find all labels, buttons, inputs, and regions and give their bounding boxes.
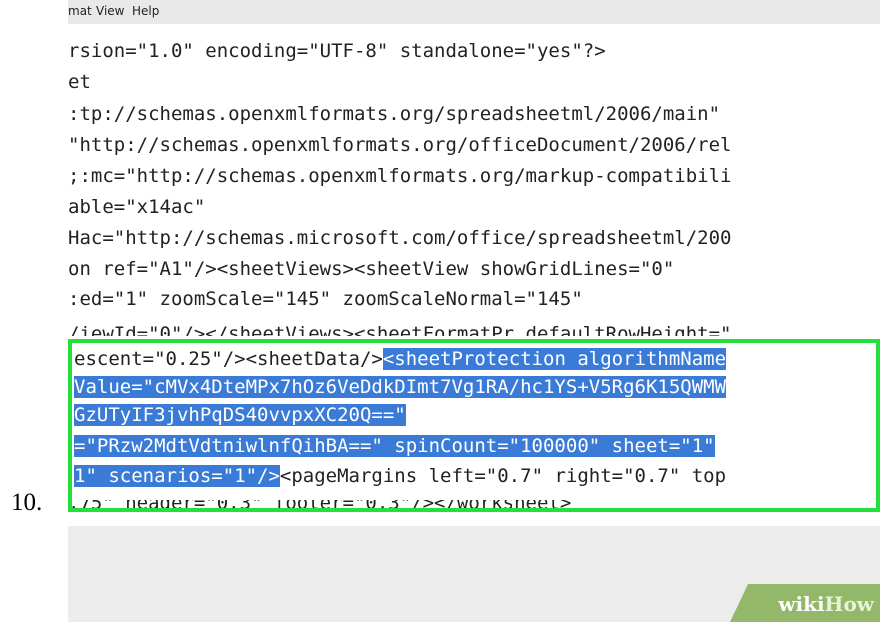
text-editor-window: mat View Help rsion="1.0" encoding="UTF-… bbox=[68, 0, 880, 622]
wikihow-logo: wikiHow bbox=[730, 584, 880, 622]
code-line: "http://schemas.openxmlformats.org/offic… bbox=[68, 134, 732, 156]
editor-text-area[interactable]: rsion="1.0" encoding="UTF-8" standalone=… bbox=[68, 24, 880, 526]
highlighted-line: Value="cMVx4DteMPx7hOz6VeDdkDImt7Vg1RA/h… bbox=[74, 374, 727, 400]
selected-text: 1" scenarios="1"/> bbox=[74, 465, 280, 487]
plain-text: escent="0.25"/><sheetData/> bbox=[74, 348, 383, 370]
plain-text: <pageMargins left="0.7" right="0.7" top bbox=[279, 465, 727, 487]
highlighted-line: GzUTyIF3jvhPqDS40vvpxXC20Q==" bbox=[74, 402, 406, 428]
wikihow-how: How bbox=[824, 592, 874, 616]
code-line: ;:mc="http://schemas.openxmlformats.org/… bbox=[68, 165, 732, 187]
code-line: on ref="A1"/><sheetViews><sheetView show… bbox=[68, 258, 675, 280]
menu-format[interactable]: mat bbox=[68, 4, 92, 18]
code-line: rsion="1.0" encoding="UTF-8" standalone=… bbox=[68, 40, 606, 62]
code-line: .75" header="0.3" footer="0.3"/></worksh… bbox=[68, 500, 572, 514]
highlighted-line: escent="0.25"/><sheetData/><sheetProtect… bbox=[74, 346, 727, 372]
code-line: et bbox=[68, 71, 91, 93]
code-line: /iewId="0"/></sheetViews><sheetFormatPr … bbox=[68, 323, 732, 336]
selected-text: GzUTyIF3jvhPqDS40vvpxXC20Q==" bbox=[74, 404, 406, 426]
selected-text: Value="cMVx4DteMPx7hOz6VeDdkDImt7Vg1RA/h… bbox=[74, 376, 727, 398]
selected-text: <sheetProtection algorithmName bbox=[382, 348, 727, 370]
menu-bar: mat View Help bbox=[68, 0, 880, 24]
wikihow-wiki: wiki bbox=[778, 592, 825, 616]
step-number: 10. bbox=[11, 489, 43, 516]
menu-view[interactable]: View bbox=[96, 4, 124, 18]
menu-help[interactable]: Help bbox=[132, 4, 159, 18]
code-line: :ed="1" zoomScale="145" zoomScaleNormal=… bbox=[68, 288, 583, 310]
code-line: Hac="http://schemas.microsoft.com/office… bbox=[68, 227, 732, 249]
code-line: able="x14ac" bbox=[68, 196, 206, 218]
highlighted-line: ="PRzw2MdtVdtniwlnfQihBA==" spinCount="1… bbox=[74, 433, 715, 459]
code-line: :tp://schemas.openxmlformats.org/spreads… bbox=[68, 103, 721, 125]
selected-text: ="PRzw2MdtVdtniwlnfQihBA==" spinCount="1… bbox=[74, 435, 715, 457]
highlighted-line: 1" scenarios="1"/><pageMargins left="0.7… bbox=[74, 463, 726, 489]
